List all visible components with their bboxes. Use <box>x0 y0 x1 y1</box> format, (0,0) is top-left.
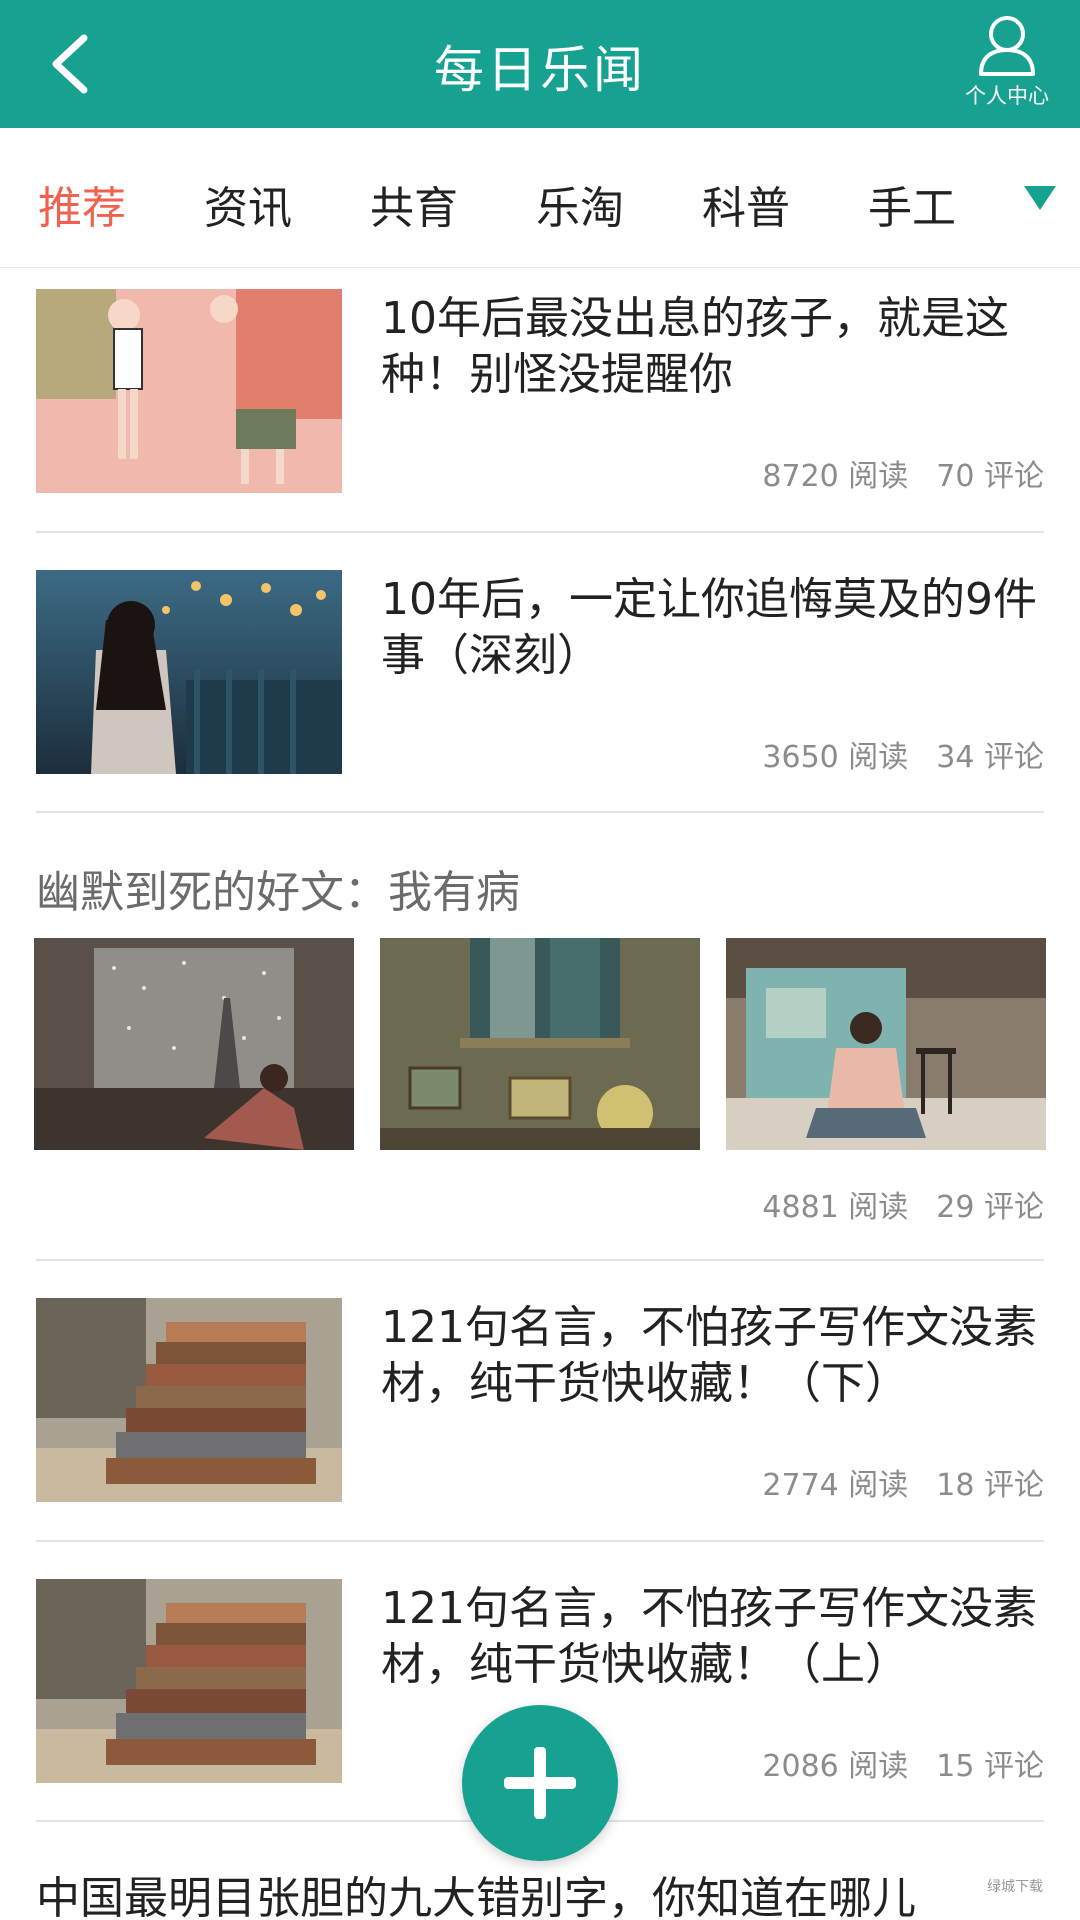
comment-count: 34 评论 <box>936 740 1044 775</box>
article-thumbnail <box>36 289 342 493</box>
article-stats: 2086 阅读 15 评论 <box>762 1741 1044 1785</box>
gallery-article-title[interactable]: 幽默到死的好文：我有病 <box>36 856 520 920</box>
watermark-text: 绿城下载 <box>987 1879 1043 1895</box>
article-item[interactable]: 10年后最没出息的孩子，就是这种！别怪没提醒你 8720 阅读 70 评论 <box>36 289 1044 495</box>
article-title: 10年后，一定让你追悔莫及的9件事（深刻） <box>381 574 1037 681</box>
gallery-article-stats: 4881 阅读 29 评论 <box>762 1182 1044 1226</box>
gallery-image <box>726 938 1046 1150</box>
comment-count: 29 评论 <box>936 1190 1044 1225</box>
page-title: 每日乐闻 <box>434 41 646 99</box>
divider <box>36 531 1044 533</box>
divider <box>36 1540 1044 1542</box>
article-title: 121句名言，不怕孩子写作文没素材，纯干货快收藏！（上） <box>381 1583 1037 1690</box>
read-count: 2086 阅读 <box>762 1749 909 1784</box>
gallery-image <box>34 938 354 1150</box>
triangle-down-icon <box>1024 186 1056 210</box>
divider <box>36 1259 1044 1261</box>
gallery-image <box>380 938 700 1150</box>
add-button[interactable] <box>462 1705 618 1861</box>
plus-icon <box>504 1747 576 1819</box>
user-icon <box>979 16 1035 76</box>
tab-parenting[interactable]: 共育 <box>354 172 474 236</box>
tab-shopping[interactable]: 乐淘 <box>520 172 640 236</box>
article-item[interactable]: 121句名言，不怕孩子写作文没素材，纯干货快收藏！（下） 2774 阅读 18 评… <box>36 1298 1044 1504</box>
read-count: 2774 阅读 <box>762 1468 909 1503</box>
divider <box>36 811 1044 813</box>
profile-button[interactable]: 个人中心 <box>952 14 1062 114</box>
watermark: 绿城下载 <box>960 1876 1070 1916</box>
more-tabs-button[interactable] <box>1020 184 1060 214</box>
article-stats: 8720 阅读 70 评论 <box>762 451 1044 495</box>
article-title: 10年后最没出息的孩子，就是这种！别怪没提醒你 <box>381 293 1009 400</box>
article-thumbnail <box>36 1298 342 1502</box>
category-tabs: 推荐 资讯 共育 乐淘 科普 手工 <box>0 128 1080 268</box>
article-thumbnail <box>36 570 342 774</box>
article-stats: 2774 阅读 18 评论 <box>762 1460 1044 1504</box>
read-count: 3650 阅读 <box>762 740 909 775</box>
tab-handcraft[interactable]: 手工 <box>852 172 972 236</box>
tab-science[interactable]: 科普 <box>686 172 806 236</box>
comment-count: 70 评论 <box>936 459 1044 494</box>
comment-count: 15 评论 <box>936 1749 1044 1784</box>
app-header: 每日乐闻 个人中心 <box>0 0 1080 128</box>
back-button[interactable] <box>30 20 120 108</box>
profile-label: 个人中心 <box>965 84 1049 108</box>
read-count: 8720 阅读 <box>762 459 909 494</box>
tab-news[interactable]: 资讯 <box>188 172 308 236</box>
comment-count: 18 评论 <box>936 1468 1044 1503</box>
back-arrow-icon <box>52 34 88 94</box>
read-count: 4881 阅读 <box>762 1190 909 1225</box>
article-title[interactable]: 中国最明目张胆的九大错别字，你知道在哪儿 <box>36 1862 1044 1920</box>
article-stats: 3650 阅读 34 评论 <box>762 732 1044 776</box>
article-title: 121句名言，不怕孩子写作文没素材，纯干货快收藏！（下） <box>381 1302 1037 1409</box>
article-thumbnail <box>36 1579 342 1783</box>
article-item[interactable]: 10年后，一定让你追悔莫及的9件事（深刻） 3650 阅读 34 评论 <box>36 570 1044 776</box>
tab-recommend[interactable]: 推荐 <box>22 172 142 236</box>
